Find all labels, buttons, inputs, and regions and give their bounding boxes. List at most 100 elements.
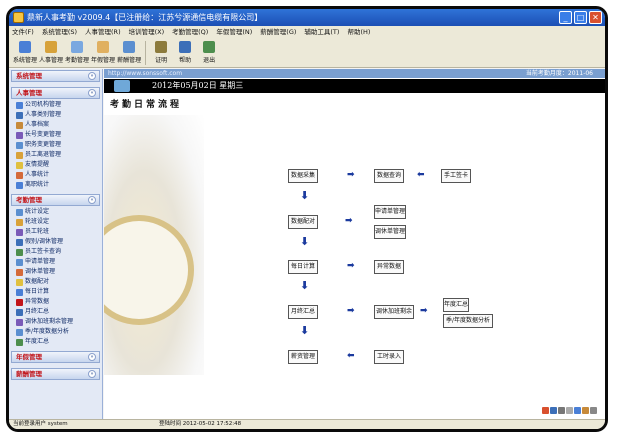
- flow-monthly-summary-button[interactable]: 月终汇总: [288, 305, 318, 319]
- shift-icon: [16, 218, 23, 226]
- chevron-down-icon[interactable]: »: [88, 72, 96, 80]
- sidebar-item-stat-settings[interactable]: 统计设定: [9, 207, 102, 217]
- sidebar-item-resign[interactable]: 员工离退管理: [9, 150, 102, 160]
- arrow-right-icon: ➡: [347, 170, 355, 180]
- people-icon: [45, 41, 58, 53]
- arrow-down-icon: ⬇: [300, 324, 310, 337]
- sidebar-item-label: 离职统计: [25, 181, 50, 188]
- sidebar-item-leave-types[interactable]: 假别/调休管理: [9, 237, 102, 247]
- flow-payroll-button[interactable]: 薪资管理: [288, 350, 318, 364]
- flow-manual-card-button[interactable]: 手工签卡: [441, 169, 471, 183]
- toolbar-certificate-button[interactable]: 证明: [150, 38, 172, 67]
- app-window: 鼎新人事考勤 v2009.4【已注册给：江苏兮源通信电缆有限公司】 _ □ ✕ …: [6, 6, 608, 432]
- sidebar-item-analysis[interactable]: 季/年度数据分析: [9, 327, 102, 337]
- sidebar: 系统管理 » 人事管理 « 公司机构管理 人事类别管理 人事档案 长号变更管理 职务…: [9, 69, 103, 419]
- sidebar-item-daily-calc[interactable]: 每日计算: [9, 287, 102, 297]
- menu-file[interactable]: 文件(F): [12, 26, 34, 38]
- minimize-button[interactable]: _: [559, 11, 572, 24]
- sidebar-section-personnel[interactable]: 人事管理 «: [11, 87, 100, 99]
- sidebar-item-pairing[interactable]: 数据配对: [9, 277, 102, 287]
- toolbar-label: 系统管理: [13, 57, 38, 64]
- flow-daily-calc-button[interactable]: 每日计算: [288, 260, 318, 274]
- maximize-button[interactable]: □: [574, 11, 587, 24]
- ime-punct-icon: [566, 407, 573, 414]
- flow-leftover-button[interactable]: 调休加班剩余: [374, 305, 414, 319]
- sidebar-item-staff-shift[interactable]: 员工轮班: [9, 227, 102, 237]
- exit-icon: [203, 41, 216, 53]
- menu-training[interactable]: 培训管理(X): [129, 26, 165, 38]
- input-method-tray[interactable]: [542, 407, 597, 414]
- calendar-icon: [97, 41, 110, 53]
- menu-tools[interactable]: 辅助工具(T): [304, 26, 339, 38]
- toolbar-label: 证明: [155, 57, 168, 64]
- sidebar-item-org[interactable]: 公司机构管理: [9, 100, 102, 110]
- close-button[interactable]: ✕: [589, 11, 602, 24]
- toolbar-system-button[interactable]: 系统管理: [13, 38, 37, 67]
- transfer-icon: [16, 268, 23, 276]
- sidebar-item-applications[interactable]: 申请单管理: [9, 257, 102, 267]
- sidebar-item-label: 公司机构管理: [25, 101, 62, 108]
- sidebar-section-system[interactable]: 系统管理 »: [11, 70, 100, 82]
- flow-yearly-summary-button[interactable]: 年度汇总: [443, 298, 469, 312]
- sidebar-section-annual-leave[interactable]: 年假管理 »: [11, 351, 100, 363]
- flow-data-query-button[interactable]: 数据查询: [374, 169, 404, 183]
- system-icon: [19, 41, 31, 53]
- chevron-up-icon[interactable]: «: [88, 89, 96, 97]
- menu-help[interactable]: 帮助(H): [347, 26, 370, 38]
- flow-data-collect-button[interactable]: 数据采集: [288, 169, 318, 183]
- ime-s-icon: [542, 407, 549, 414]
- flow-transfer-button[interactable]: 调休单管理: [374, 225, 406, 239]
- stats-icon: [16, 171, 23, 179]
- toolbar-exit-button[interactable]: 退出: [198, 38, 220, 67]
- toolbar-attendance-button[interactable]: 考勤管理: [65, 38, 89, 67]
- sidebar-item-hr-stats[interactable]: 人事统计: [9, 170, 102, 180]
- flow-abnormal-button[interactable]: 异常数据: [374, 260, 404, 274]
- ime-keyboard-icon: [574, 407, 581, 414]
- sidebar-item-category[interactable]: 人事类别管理: [9, 110, 102, 120]
- yearly-icon: [16, 338, 23, 346]
- sidebar-item-abnormal[interactable]: 异常数据: [9, 297, 102, 307]
- chevron-down-icon[interactable]: »: [88, 353, 96, 361]
- website-link[interactable]: http://www.sonssoft.com: [108, 70, 182, 77]
- sidebar-item-resign-stats[interactable]: 离职统计: [9, 180, 102, 190]
- menu-system[interactable]: 系统管理(S): [42, 26, 77, 38]
- sidebar-item-shift-settings[interactable]: 轮班设定: [9, 217, 102, 227]
- chevron-up-icon[interactable]: «: [88, 196, 96, 204]
- sidebar-item-label: 每日计算: [25, 288, 50, 295]
- toolbar-help-button[interactable]: 帮助: [174, 38, 196, 67]
- menu-personnel[interactable]: 人事管理(R): [85, 26, 121, 38]
- sidebar-item-label: 轮班设定: [25, 218, 50, 225]
- toolbar-personnel-button[interactable]: 人事管理: [39, 38, 63, 67]
- sidebar-item-leftover[interactable]: 调休加班剩余管理: [9, 317, 102, 327]
- flow-data-pair-button[interactable]: 数据配对: [288, 215, 318, 229]
- sidebar-item-archive[interactable]: 人事档案: [9, 120, 102, 130]
- sidebar-item-transfer[interactable]: 调休单管理: [9, 267, 102, 277]
- sidebar-item-yearly[interactable]: 年度汇总: [9, 337, 102, 347]
- summary-icon: [16, 308, 23, 316]
- arrow-right-icon: ➡: [347, 306, 355, 316]
- flow-hours-entry-button[interactable]: 工时录入: [374, 350, 404, 364]
- sidebar-item-reminder[interactable]: 友情提醒: [9, 160, 102, 170]
- sidebar-item-monthly[interactable]: 月终汇总: [9, 307, 102, 317]
- menu-annual-leave[interactable]: 年假管理(N): [216, 26, 252, 38]
- certificate-icon: [155, 41, 168, 53]
- sidebar-item-card-query[interactable]: 员工签卡查询: [9, 247, 102, 257]
- toolbar-label: 考勤管理: [65, 57, 90, 64]
- flow-analysis-button[interactable]: 季/年度数据分析: [443, 314, 493, 328]
- menu-attendance[interactable]: 考勤管理(Q): [172, 26, 208, 38]
- toolbar-annual-leave-button[interactable]: 年假管理: [91, 38, 115, 67]
- watch-background-image: [104, 115, 204, 375]
- flow-applications-button[interactable]: 申请单管理: [374, 205, 406, 219]
- sidebar-section-salary[interactable]: 薪酬管理 »: [11, 368, 100, 380]
- toolbar-salary-button[interactable]: 薪酬管理: [117, 38, 141, 67]
- section-title: 薪酬管理: [16, 370, 42, 378]
- sidebar-item-label: 调休加班剩余管理: [25, 318, 74, 325]
- sidebar-item-number-change[interactable]: 长号变更管理: [9, 130, 102, 140]
- sidebar-item-label: 人事类别管理: [25, 111, 62, 118]
- main-panel: http://www.sonssoft.com 当前考勤月度：2011-06 2…: [104, 69, 605, 419]
- sidebar-section-attendance[interactable]: 考勤管理 «: [11, 194, 100, 206]
- chevron-down-icon[interactable]: »: [88, 370, 96, 378]
- sidebar-item-job-change[interactable]: 职务变更管理: [9, 140, 102, 150]
- menu-salary[interactable]: 薪酬管理(G): [260, 26, 296, 38]
- arrow-left-icon: ⬅: [347, 351, 355, 361]
